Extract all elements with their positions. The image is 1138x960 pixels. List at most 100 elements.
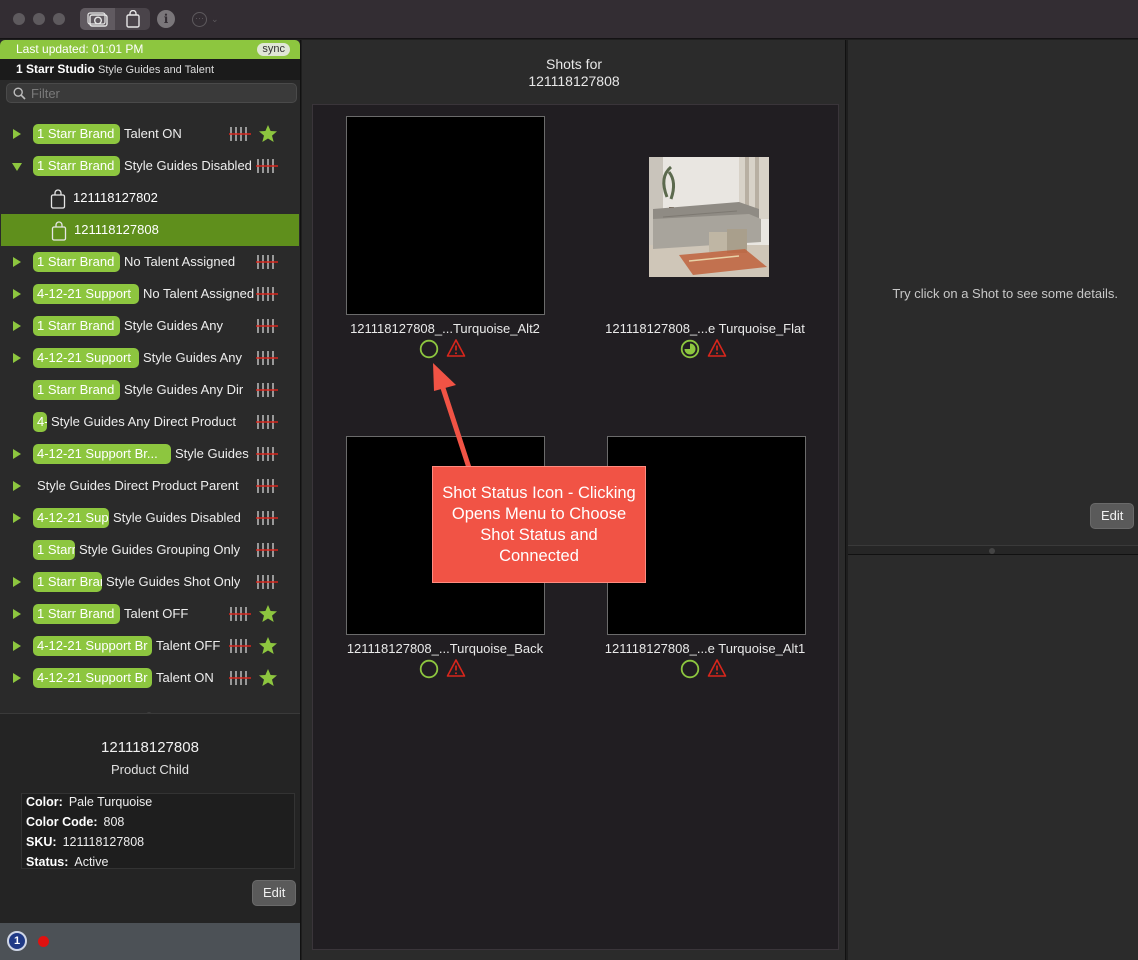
tree-item[interactable]: 4-12-21 Support Br... Style Guides — [0, 438, 300, 470]
details-edit-button[interactable]: Edit — [252, 880, 297, 906]
more-menu-button[interactable]: ··· ⌄ — [192, 10, 226, 28]
tree-item[interactable]: 4- Style Guides Any Direct Product — [0, 406, 300, 438]
tree-item[interactable]: 4-12-21 Support No Talent Assigned — [0, 278, 300, 310]
shot-edit-button[interactable]: Edit — [1090, 503, 1135, 529]
zoom-window-button[interactable] — [53, 13, 65, 25]
detail-row: Color Code: 808 — [26, 815, 125, 829]
disclosure-closed-icon[interactable] — [13, 481, 21, 491]
warning-triangle-icon[interactable] — [446, 658, 466, 678]
shot-details-panel: Try click on a Shot to see some details.… — [848, 40, 1138, 545]
tree-item-label: No Talent Assigned — [143, 286, 254, 301]
disclosure-closed-icon[interactable] — [13, 321, 21, 331]
details-fields: Color: Pale Turquoise Color Code: 808 SKU:… — [21, 793, 295, 869]
ellipsis-circle-icon: ··· — [192, 11, 207, 27]
camera-mode-button[interactable] — [80, 8, 115, 30]
one-studio-icon[interactable]: 1 — [7, 931, 27, 951]
talent-flag-icon — [256, 510, 278, 526]
tree-item-label: Talent ON — [124, 126, 182, 141]
annotation-callout: Shot Status Icon - Clicking Opens Menu t… — [432, 466, 646, 583]
brand-badge: 1 Starr Brand — [33, 156, 120, 176]
details-subtitle: Product Child — [110, 762, 190, 777]
disclosure-closed-icon[interactable] — [13, 641, 21, 651]
star-icon — [258, 604, 278, 624]
tree-item[interactable]: 1 Starr Brand Talent OFF — [0, 598, 300, 630]
talent-flag-icon — [256, 350, 278, 366]
disclosure-closed-icon[interactable] — [13, 577, 21, 587]
title-bar: i ··· ⌄ — [0, 0, 1138, 39]
disclosure-closed-icon[interactable] — [13, 513, 21, 523]
brand-badge: 4-12-21 Support Br — [33, 668, 152, 688]
talent-flag-icon — [256, 446, 278, 462]
partial-circle-icon[interactable] — [680, 339, 700, 359]
talent-flag-icon — [229, 606, 251, 622]
tree-item[interactable]: 1 Starr Brand Style Guides Any Dir — [0, 374, 300, 406]
empty-circle-icon[interactable] — [680, 659, 700, 679]
star-icon — [258, 636, 278, 656]
tree-item[interactable]: 1 Starr Brand No Talent Assigned — [0, 246, 300, 278]
disclosure-closed-icon[interactable] — [13, 449, 21, 459]
tree-item-label: Talent ON — [156, 670, 214, 685]
studio-subtitle: Style Guides and Talent — [98, 64, 215, 76]
disclosure-closed-icon[interactable] — [13, 257, 21, 267]
shot-thumbnail[interactable] — [346, 116, 545, 315]
disclosure-closed-icon[interactable] — [13, 609, 21, 619]
tree-item-sku[interactable]: 121118127808 — [1, 214, 299, 246]
talent-flag-icon — [229, 638, 251, 654]
shot-thumbnail[interactable] — [649, 157, 769, 277]
sync-button[interactable]: sync — [257, 43, 290, 56]
brand-badge: 4-12-21 Sup — [33, 508, 109, 528]
brand-badge: 4-12-21 Support — [33, 284, 139, 304]
tree-item[interactable]: 4-12-21 Sup Style Guides Disabled — [0, 502, 300, 534]
minimize-window-button[interactable] — [33, 13, 45, 25]
brand-badge: 1 Starr Brand — [33, 252, 120, 272]
talent-flag-icon — [256, 382, 278, 398]
sku-label: 121118127802 — [73, 190, 158, 205]
product-details-panel: 121118127808 Product Child Color: Pale Tu… — [0, 713, 300, 923]
tree-item[interactable]: 4-12-21 Support Style Guides Any — [0, 342, 300, 374]
info-icon[interactable]: i — [157, 10, 175, 28]
tree-item[interactable]: 1 Starr Brand Style Guides Disabled — [0, 150, 300, 182]
disclosure-closed-icon[interactable] — [13, 353, 21, 363]
brand-badge: 4-12-21 Support Br... — [33, 444, 171, 464]
product-mode-button[interactable] — [115, 8, 150, 30]
sofa-photo — [649, 157, 769, 277]
split-handle[interactable] — [989, 548, 995, 554]
bag-icon — [125, 10, 140, 28]
disclosure-closed-icon[interactable] — [13, 289, 21, 299]
disclosure-open-icon[interactable] — [12, 163, 22, 171]
bottom-status-bar: 1 — [0, 923, 300, 960]
tree-item-label: Style Guides Any Dir — [124, 382, 244, 397]
tree-item[interactable]: 4-12-21 Support Br Talent ON — [0, 662, 300, 694]
brand-badge: 4-12-21 Support Br — [33, 636, 152, 656]
talent-flag-icon — [229, 126, 251, 142]
tree-item-label: Style Guides Any — [124, 318, 223, 333]
bag-icon — [50, 189, 66, 212]
shots-title: Shots for 121118127808 — [528, 56, 620, 89]
tree-item[interactable]: Style Guides Direct Product Parent — [0, 470, 300, 502]
tree-item-sku[interactable]: 121118127802 — [0, 182, 300, 214]
tree-item-label: Style Guides — [175, 446, 249, 461]
shot-caption: 121118127808_...Turquoise_Alt2 — [350, 321, 540, 336]
brand-badge: 1 Starr Brand — [33, 380, 120, 400]
filter-input[interactable] — [31, 85, 286, 101]
disclosure-closed-icon[interactable] — [13, 673, 21, 683]
filter-field — [6, 83, 297, 103]
talent-flag-icon — [256, 158, 278, 174]
talent-flag-icon — [256, 318, 278, 334]
right-split-divider[interactable] — [848, 545, 1138, 555]
tree-item[interactable]: 4-12-21 Support Br Talent OFF — [0, 630, 300, 662]
star-icon — [258, 668, 278, 688]
tree-item[interactable]: 1 Starr Brand Style Guides Any — [0, 310, 300, 342]
warning-triangle-icon[interactable] — [707, 658, 727, 678]
disclosure-closed-icon[interactable] — [13, 129, 21, 139]
close-window-button[interactable] — [13, 13, 25, 25]
tree-item[interactable]: 1 Starr Style Guides Grouping Only — [0, 534, 300, 566]
talent-flag-icon — [256, 286, 278, 302]
empty-circle-icon[interactable] — [419, 659, 439, 679]
tree-item[interactable]: 1 Starr Brand Talent ON — [0, 118, 300, 150]
secondary-panel — [848, 555, 1138, 960]
camera-icon — [86, 12, 108, 27]
tree-item[interactable]: 1 Starr Bran Style Guides Shot Only — [0, 566, 300, 598]
warning-triangle-icon[interactable] — [707, 338, 727, 358]
sku-label: 121118127808 — [74, 222, 159, 237]
